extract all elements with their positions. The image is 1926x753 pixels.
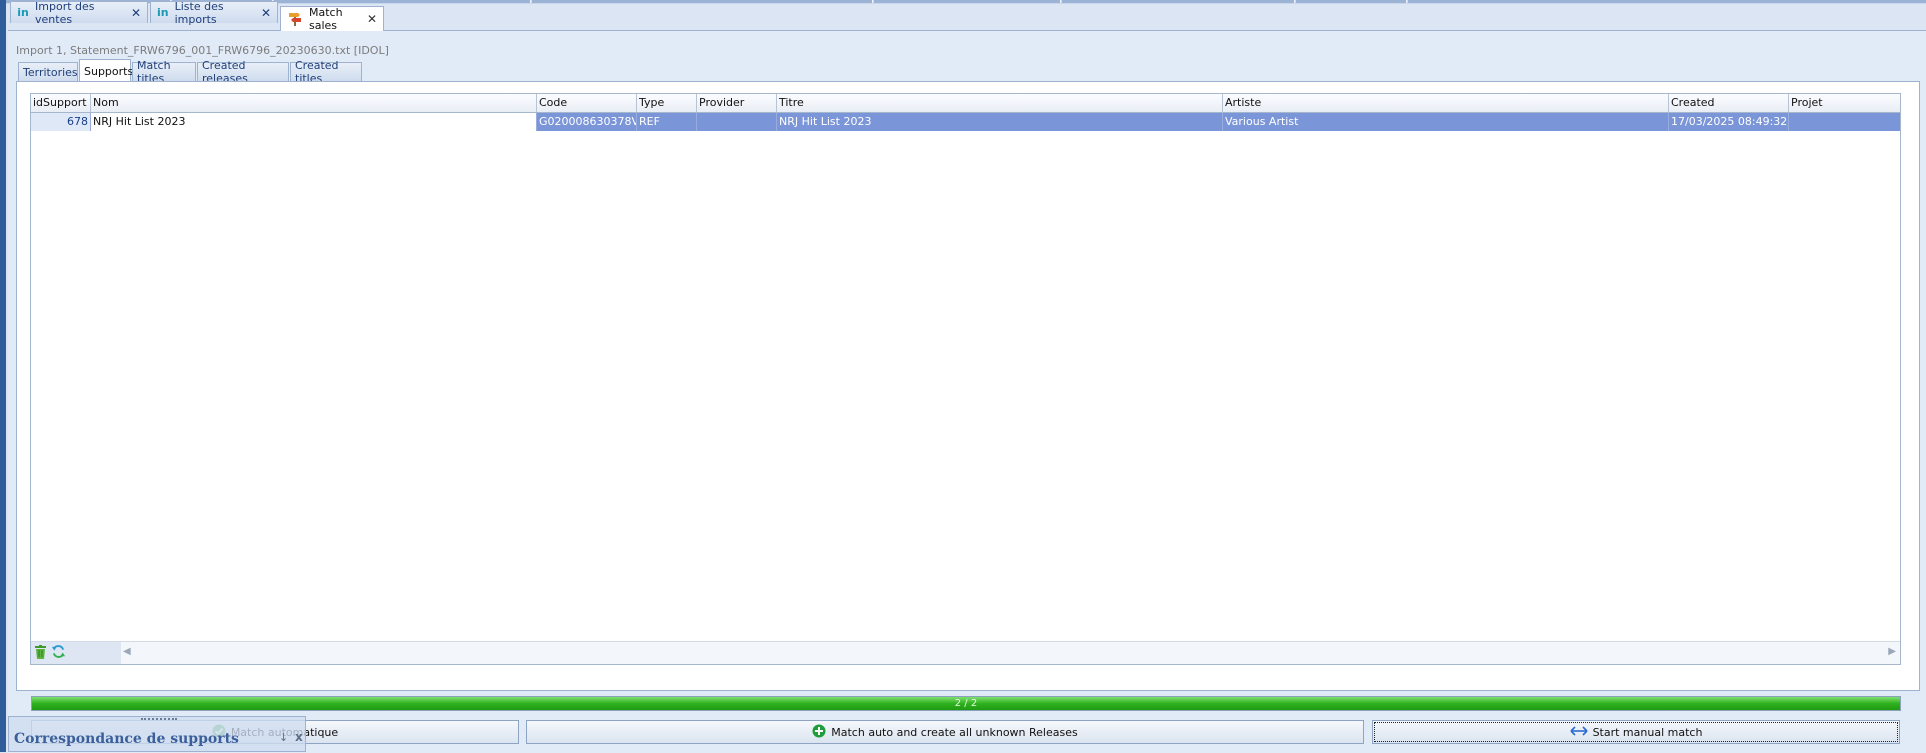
close-icon[interactable]: ✕ — [261, 6, 271, 20]
cell-idsupport[interactable]: 678 — [31, 113, 91, 131]
scroll-left-arrow-icon[interactable]: ◀ — [123, 646, 131, 657]
in-icon: in — [17, 6, 29, 19]
column-header-projet[interactable]: Projet — [1789, 94, 1900, 112]
tab-match-sales[interactable]: Match sales ✕ — [280, 6, 384, 32]
strip-segment — [1062, 0, 1295, 3]
tab-supports[interactable]: Supports — [79, 59, 133, 82]
progress-bar: 2 / 2 — [31, 696, 1901, 711]
tab-import-des-ventes[interactable]: in Import des ventes ✕ — [10, 0, 148, 26]
tab-created-titles[interactable]: Created titles — [290, 59, 362, 85]
supports-grid[interactable]: idSupport Nom Code Type Provider Titre A… — [30, 93, 1901, 665]
drag-handle[interactable] — [141, 718, 177, 723]
column-header-code[interactable]: Code — [537, 94, 637, 112]
cell-nom[interactable]: NRJ Hit List 2023 — [91, 113, 537, 131]
scroll-right-arrow-icon[interactable]: ▶ — [1888, 646, 1896, 657]
cell-provider[interactable] — [697, 113, 777, 131]
tab-liste-des-imports[interactable]: in Liste des imports ✕ — [150, 0, 278, 26]
cell-projet[interactable] — [1789, 113, 1900, 131]
cell-type[interactable]: REF — [637, 113, 697, 131]
tab-label: Match sales — [309, 6, 343, 32]
strip-segment — [874, 0, 1061, 3]
table-row[interactable]: 678 NRJ Hit List 2023 G020008630378V REF… — [31, 113, 1900, 131]
top-strip — [0, 0, 1926, 4]
close-icon[interactable]: ✕ — [367, 12, 377, 26]
start-manual-match-button[interactable]: Start manual match — [1372, 720, 1900, 744]
strip-segment — [532, 0, 873, 3]
tab-label: Liste des imports — [174, 0, 224, 26]
close-icon[interactable]: ✕ — [131, 6, 141, 20]
cell-code[interactable]: G020008630378V — [537, 113, 637, 131]
close-icon[interactable]: x — [295, 730, 303, 744]
strip-segment — [1296, 0, 1407, 3]
import-title: Import 1, Statement_FRW6796_001_FRW6796_… — [16, 44, 389, 57]
column-header-provider[interactable]: Provider — [697, 94, 777, 112]
match-auto-create-button[interactable]: Match auto and create all unknown Releas… — [526, 720, 1364, 744]
column-header-type[interactable]: Type — [637, 94, 697, 112]
in-icon: in — [157, 6, 169, 19]
column-header-created[interactable]: Created — [1669, 94, 1789, 112]
grid-toolbar — [31, 642, 121, 664]
pin-icon[interactable]: ↓ — [279, 731, 288, 744]
signpost-icon — [287, 10, 303, 29]
button-label: Match auto and create all unknown Releas… — [831, 725, 1078, 739]
strip-segment — [1408, 0, 1926, 3]
cell-titre[interactable]: NRJ Hit List 2023 — [777, 113, 1223, 131]
plus-circle-icon — [812, 724, 826, 741]
progress-text: 2 / 2 — [954, 698, 978, 709]
tab-match-titles[interactable]: Match titles — [132, 59, 196, 85]
correspondance-dock-panel[interactable]: Correspondance de supports ↓ x — [8, 716, 306, 752]
cell-created[interactable]: 17/03/2025 08:49:32 — [1669, 113, 1789, 131]
button-label: Start manual match — [1592, 725, 1703, 739]
left-edge-bar — [0, 0, 6, 752]
column-header-artiste[interactable]: Artiste — [1223, 94, 1669, 112]
double-arrow-icon — [1569, 725, 1588, 740]
refresh-icon[interactable] — [51, 644, 66, 662]
dock-title: Correspondance de supports — [14, 731, 239, 747]
trash-icon[interactable] — [34, 644, 47, 662]
column-header-idsupport[interactable]: idSupport — [31, 94, 91, 112]
tab-territories[interactable]: Territories — [18, 62, 78, 81]
column-header-titre[interactable]: Titre — [777, 94, 1223, 112]
tab-label: Import des ventes — [35, 0, 95, 26]
strip-segment — [274, 0, 531, 3]
cell-artiste[interactable]: Various Artist — [1223, 113, 1669, 131]
column-header-nom[interactable]: Nom — [91, 94, 537, 112]
tab-created-releases[interactable]: Created releases — [197, 59, 289, 85]
grid-header: idSupport Nom Code Type Provider Titre A… — [31, 94, 1900, 113]
grid-footer: ◀ ▶ — [31, 641, 1900, 664]
